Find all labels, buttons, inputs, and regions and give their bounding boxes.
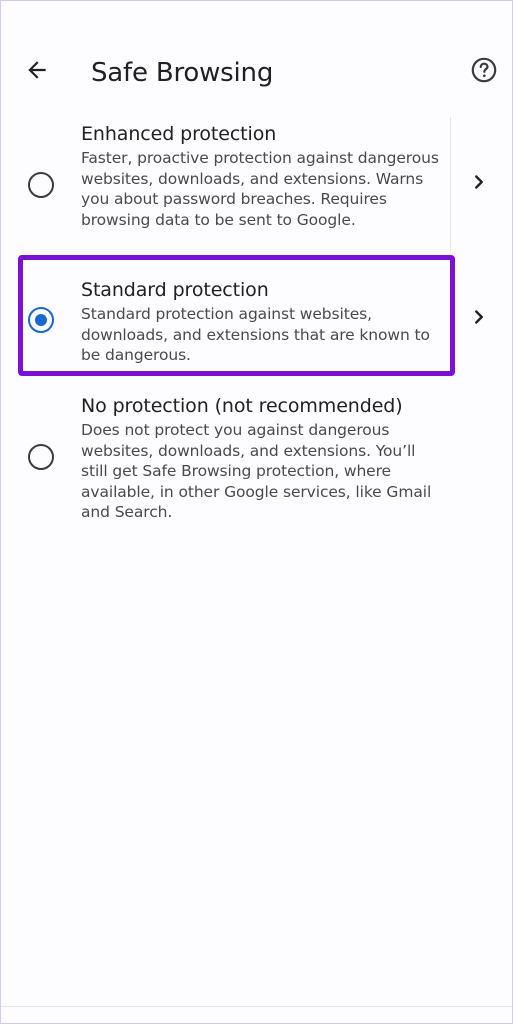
radio-enhanced-protection[interactable]: [28, 172, 54, 198]
page-title: Safe Browsing: [91, 58, 274, 88]
enhanced-details-button[interactable]: [467, 172, 491, 196]
option-no-protection[interactable]: No protection (not recommended) Does not…: [1, 387, 512, 527]
option-title: Enhanced protection: [81, 123, 277, 145]
help-circle-icon: [470, 56, 498, 89]
standard-details-button[interactable]: [467, 307, 491, 331]
option-description: Faster, proactive protection against dan…: [81, 149, 439, 229]
option-text: No protection (not recommended) Does not…: [81, 393, 441, 523]
option-description: Does not protect you against dangerous w…: [81, 421, 432, 521]
option-enhanced-protection[interactable]: Enhanced protection Faster, proactive pr…: [1, 115, 512, 253]
bottom-divider: [1, 1006, 512, 1007]
divider: [450, 117, 451, 251]
chevron-right-icon: [468, 306, 490, 333]
option-text: Standard protection Standard protection …: [81, 277, 441, 366]
option-text: Enhanced protection Faster, proactive pr…: [81, 121, 441, 230]
option-title: No protection (not recommended): [81, 395, 403, 417]
help-button[interactable]: [470, 56, 498, 89]
option-standard-protection[interactable]: Standard protection Standard protection …: [1, 263, 512, 373]
chevron-right-icon: [468, 171, 490, 198]
radio-standard-protection[interactable]: [28, 307, 54, 333]
option-description: Standard protection against websites, do…: [81, 305, 430, 364]
option-title: Standard protection: [81, 279, 269, 301]
arrow-back-icon: [24, 57, 50, 88]
safe-browsing-screen: Safe Browsing Enhanced protection Faster…: [0, 0, 513, 1024]
radio-no-protection[interactable]: [28, 444, 54, 470]
back-button[interactable]: [23, 58, 51, 86]
